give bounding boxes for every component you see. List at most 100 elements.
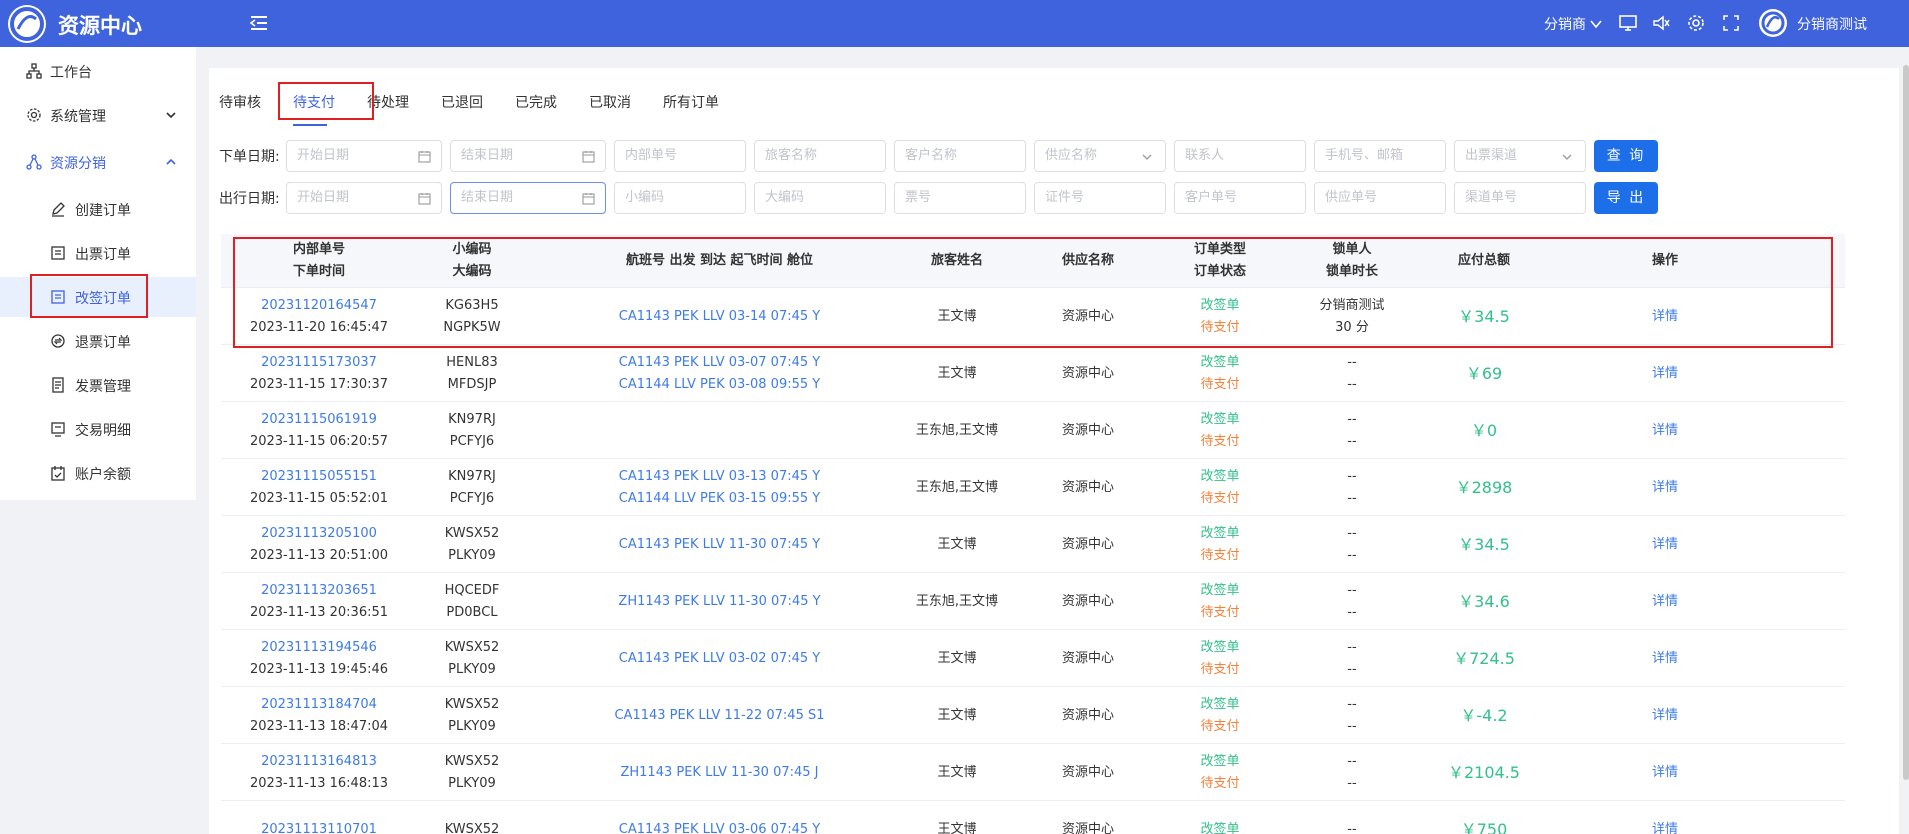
volume-icon[interactable] <box>1651 13 1671 33</box>
user-name[interactable]: 分销商测试 <box>1797 14 1867 34</box>
type-cell: 改签单 <box>1154 801 1286 834</box>
highlight-box <box>233 237 1833 348</box>
tab-pending-review[interactable]: 待审核 <box>219 92 261 112</box>
order-no-link[interactable]: 20231113110701 <box>261 819 377 834</box>
order-time: 2023-11-15 05:52:01 <box>249 490 389 506</box>
channel-select[interactable]: 出票渠道 <box>1454 140 1586 172</box>
sidebar-item-distribution[interactable]: 资源分销 <box>0 142 196 182</box>
small-code-input[interactable]: 小编码 <box>614 182 746 214</box>
order-no-link[interactable]: 20231115055151 <box>261 466 377 488</box>
passenger-cell: 王文博 <box>892 630 1022 687</box>
query-button[interactable]: 查 询 <box>1594 140 1658 172</box>
fullscreen-icon[interactable] <box>1721 13 1741 33</box>
tab-completed[interactable]: 已完成 <box>515 92 557 112</box>
channel-order-input[interactable]: 渠道单号 <box>1454 182 1586 214</box>
sidebar-item-transactions[interactable]: 交易明细 <box>0 409 196 449</box>
role-dropdown[interactable]: 分销商 <box>1544 14 1603 34</box>
customer-order-input[interactable]: 客户单号 <box>1174 182 1306 214</box>
order-type: 改签单 <box>1200 753 1240 769</box>
detail-link[interactable]: 详情 <box>1652 762 1678 784</box>
order-no-link[interactable]: 20231113205100 <box>261 523 377 545</box>
detail-link[interactable]: 详情 <box>1652 477 1678 499</box>
order-no-link[interactable]: 20231113164813 <box>261 751 377 773</box>
tab-cancelled[interactable]: 已取消 <box>589 92 631 112</box>
export-button[interactable]: 导 出 <box>1594 182 1658 214</box>
order-end-date-input[interactable]: 结束日期 <box>450 140 606 172</box>
flight-info[interactable]: CA1143 PEK LLV 11-30 07:45 Y <box>619 534 820 556</box>
passenger-cell: 王文博 <box>892 687 1022 744</box>
small-code: HQCEDF <box>444 582 500 598</box>
sidebar-item-invoice[interactable]: 发票管理 <box>0 365 196 405</box>
order-no-link[interactable]: 20231113203651 <box>261 580 377 602</box>
order-status: 待支付 <box>1200 775 1240 791</box>
customer-name-input[interactable]: 客户名称 <box>894 140 1026 172</box>
ticket-no-input[interactable]: 票号 <box>894 182 1026 214</box>
flight-info[interactable]: ZH1143 PEK LLV 11-30 07:45 Y <box>618 591 820 613</box>
sidebar-item-ticket-orders[interactable]: 出票订单 <box>0 233 196 273</box>
menu-collapse-icon[interactable] <box>248 12 270 34</box>
order-no-link[interactable]: 20231115061919 <box>261 409 377 431</box>
supplier-cell: 资源中心 <box>1022 573 1154 630</box>
supplier-name: 资源中心 <box>1061 422 1114 438</box>
big-code: PLKY09 <box>448 661 496 677</box>
detail-link[interactable]: 详情 <box>1652 705 1678 727</box>
detail-link[interactable]: 详情 <box>1652 648 1678 670</box>
id-no-input[interactable]: 证件号 <box>1034 182 1166 214</box>
flight-info[interactable]: CA1143 PEK LLV 03-13 07:45 Y <box>619 466 820 488</box>
passenger-name: 王东旭,王文博 <box>915 479 999 495</box>
big-code-input[interactable]: 大编码 <box>754 182 886 214</box>
flight-info[interactable]: CA1144 LLV PEK 03-15 09:55 Y <box>619 488 820 510</box>
supplier-select[interactable]: 供应名称 <box>1034 140 1166 172</box>
sidebar-item-create-order[interactable]: 创建订单 <box>0 189 196 229</box>
order-start-date-input[interactable]: 开始日期 <box>286 140 442 172</box>
amount-due: ￥2104.5 <box>1448 762 1520 782</box>
detail-link[interactable]: 详情 <box>1652 363 1678 385</box>
detail-link[interactable]: 详情 <box>1652 420 1678 442</box>
locker: -- <box>1347 582 1357 598</box>
travel-end-date-input[interactable]: 结束日期 <box>450 182 606 214</box>
flight-info[interactable]: CA1143 PEK LLV 03-07 07:45 Y <box>619 352 820 374</box>
amount-due: ￥34.6 <box>1458 591 1510 611</box>
amount-cell: ￥2104.5 <box>1418 744 1550 801</box>
flight-info[interactable]: ZH1143 PEK LLV 11-30 07:45 J <box>620 762 818 784</box>
sidebar-item-balance[interactable]: 账户余额 <box>0 453 196 493</box>
order-time: 2023-11-13 20:51:00 <box>249 547 389 563</box>
passenger-name: 王东旭,王文博 <box>915 593 999 609</box>
scrollbar[interactable] <box>1903 65 1909 780</box>
tab-all-orders[interactable]: 所有订单 <box>663 92 719 112</box>
sidebar-item-refund-orders[interactable]: 退票订单 <box>0 321 196 361</box>
action-cell: 详情 <box>1550 516 1780 573</box>
amount-cell: ￥34.6 <box>1418 573 1550 630</box>
tab-returned[interactable]: 已退回 <box>441 92 483 112</box>
amount-cell: ￥750 <box>1418 801 1550 834</box>
order-type: 改签单 <box>1200 696 1240 712</box>
monitor-icon[interactable] <box>1618 13 1638 33</box>
table-row: 20231115055151 2023-11-15 05:52:01 KN97RJ P… <box>221 459 1845 516</box>
action-cell: 详情 <box>1550 402 1780 459</box>
detail-link[interactable]: 详情 <box>1652 534 1678 556</box>
detail-link[interactable]: 详情 <box>1652 591 1678 613</box>
order-no-link[interactable]: 20231113194546 <box>261 637 377 659</box>
passenger-name: 王文博 <box>937 365 977 381</box>
flight-info[interactable]: CA1143 PEK LLV 03-06 07:45 Y <box>619 819 820 834</box>
detail-link[interactable]: 详情 <box>1652 819 1678 834</box>
sidebar-item-workbench[interactable]: 工作台 <box>0 51 196 91</box>
flight-info[interactable]: CA1144 LLV PEK 03-08 09:55 Y <box>619 374 820 396</box>
order-status: 待支付 <box>1200 433 1240 449</box>
supplier-order-input[interactable]: 供应单号 <box>1314 182 1446 214</box>
sidebar-item-system[interactable]: 系统管理 <box>0 95 196 135</box>
status-tabs: 待审核 待支付 待处理 已退回 已完成 已取消 所有订单 <box>209 68 1899 134</box>
internal-order-input[interactable]: 内部单号 <box>614 140 746 172</box>
order-no-link[interactable]: 20231113184704 <box>261 694 377 716</box>
order-no-link[interactable]: 20231115173037 <box>261 352 377 374</box>
avatar[interactable] <box>1759 9 1787 37</box>
gear-icon[interactable] <box>1686 13 1706 33</box>
phone-email-input[interactable]: 手机号、邮箱 <box>1314 140 1446 172</box>
contact-input[interactable]: 联系人 <box>1174 140 1306 172</box>
lock-duration: -- <box>1347 376 1357 392</box>
flight-info[interactable]: CA1143 PEK LLV 03-02 07:45 Y <box>619 648 820 670</box>
flight-info[interactable]: CA1143 PEK LLV 11-22 07:45 S1 <box>614 705 824 727</box>
lock-duration: -- <box>1347 775 1357 791</box>
travel-start-date-input[interactable]: 开始日期 <box>286 182 442 214</box>
passenger-name-input[interactable]: 旅客名称 <box>754 140 886 172</box>
